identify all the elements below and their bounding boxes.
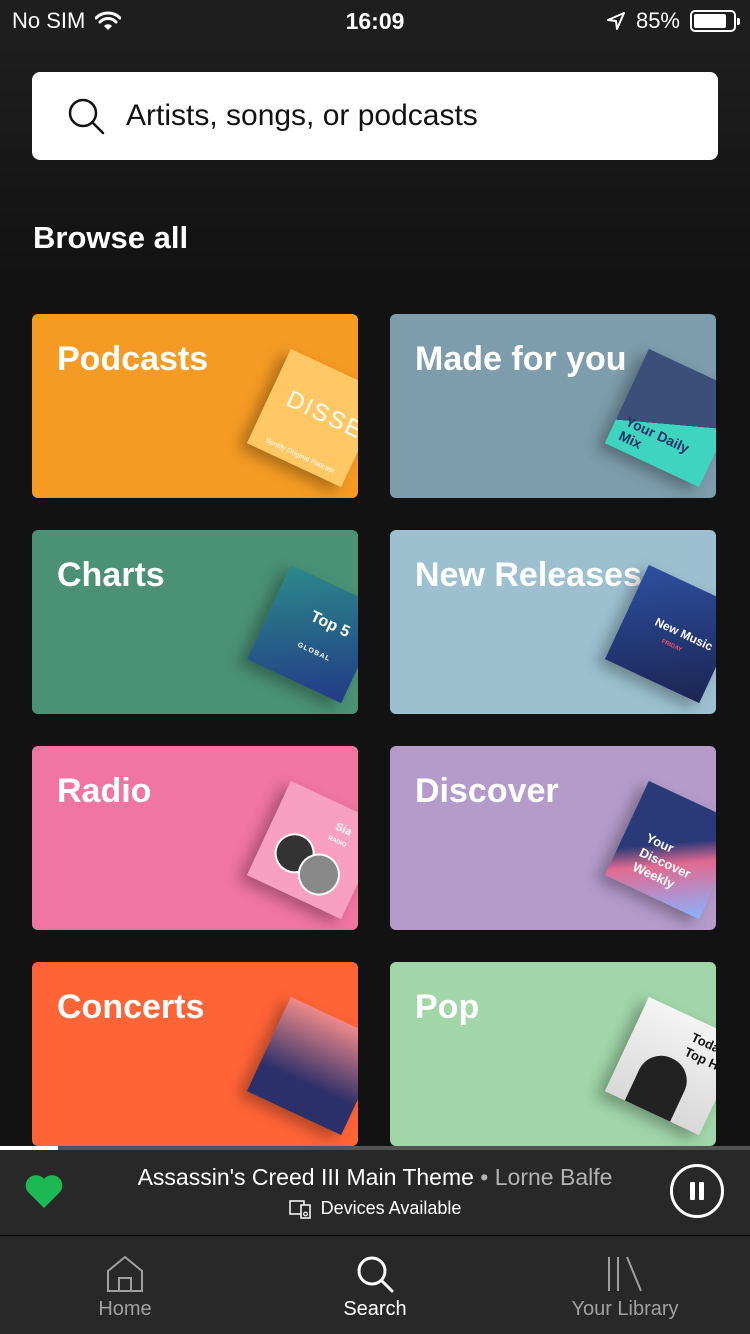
search-input[interactable] [126, 99, 686, 133]
status-bar: No SIM 16:09 85% [0, 0, 750, 40]
heart-icon[interactable] [24, 1172, 64, 1210]
cover-title: Your Discover Weekly [630, 830, 694, 892]
browse-all-heading: Browse all [33, 220, 189, 255]
cover-title: Top 5 [307, 608, 353, 642]
pause-button[interactable] [670, 1164, 724, 1218]
tab-bar: Home Search Your Library [0, 1236, 750, 1334]
library-icon [608, 1256, 642, 1292]
cover-title: Today's Top H [682, 1029, 716, 1073]
tab-label: Your Library [571, 1298, 679, 1320]
track-title: Assassin's Creed III Main Theme [137, 1164, 474, 1190]
tab-label: Search [343, 1298, 407, 1320]
battery-level [694, 14, 727, 28]
playback-progress [0, 1146, 750, 1150]
search-icon [68, 98, 105, 135]
battery-icon [690, 10, 740, 32]
home-icon [107, 1255, 143, 1292]
tile-radio[interactable]: Radio Sia RADIO [32, 746, 358, 930]
cover-title: Your Daily Mix [616, 412, 692, 457]
search-icon [357, 1256, 394, 1293]
tab-label: Home [98, 1298, 152, 1320]
tile-discover[interactable]: Discover Your Discover Weekly [390, 746, 716, 930]
cover-subtitle: Spotify Original Podcast [264, 437, 336, 476]
cover-title: DISSEC [282, 385, 358, 453]
location-arrow-icon [606, 12, 625, 30]
now-playing-info[interactable]: Assassin's Creed III Main Theme • Lorne … [100, 1164, 650, 1191]
tile-podcasts[interactable]: Podcasts DISSEC Spotify Original Podcast [32, 314, 358, 498]
battery-percent: 85% [635, 8, 680, 33]
devices-icon [288, 1199, 311, 1219]
track-separator: • [473, 1164, 495, 1190]
tile-concerts[interactable]: Concerts [32, 962, 358, 1146]
cover-subtitle: GLOBAL [296, 641, 332, 663]
tile-pop[interactable]: Pop Today's Top H [390, 962, 716, 1146]
tile-made-for-you[interactable]: Made for you Your Daily Mix [390, 314, 716, 498]
category-grid: Podcasts DISSEC Spotify Original Podcast… [32, 314, 718, 1146]
track-artist: Lorne Balfe [494, 1164, 613, 1190]
mini-player[interactable]: Assassin's Creed III Main Theme • Lorne … [0, 1146, 750, 1236]
tab-your-library[interactable]: Your Library [500, 1236, 750, 1334]
tab-home[interactable]: Home [0, 1236, 250, 1334]
status-right: 85% [606, 8, 740, 34]
search-bar[interactable] [32, 72, 718, 160]
tile-new-releases[interactable]: New Releases New Music FRIDAY [390, 530, 716, 714]
tab-search[interactable]: Search [250, 1236, 500, 1334]
tile-charts[interactable]: Charts Top 5 GLOBAL [32, 530, 358, 714]
devices-label: Devices Available [320, 1198, 462, 1218]
playback-progress-fill [0, 1146, 58, 1150]
devices-available[interactable]: Devices Available [100, 1198, 650, 1219]
